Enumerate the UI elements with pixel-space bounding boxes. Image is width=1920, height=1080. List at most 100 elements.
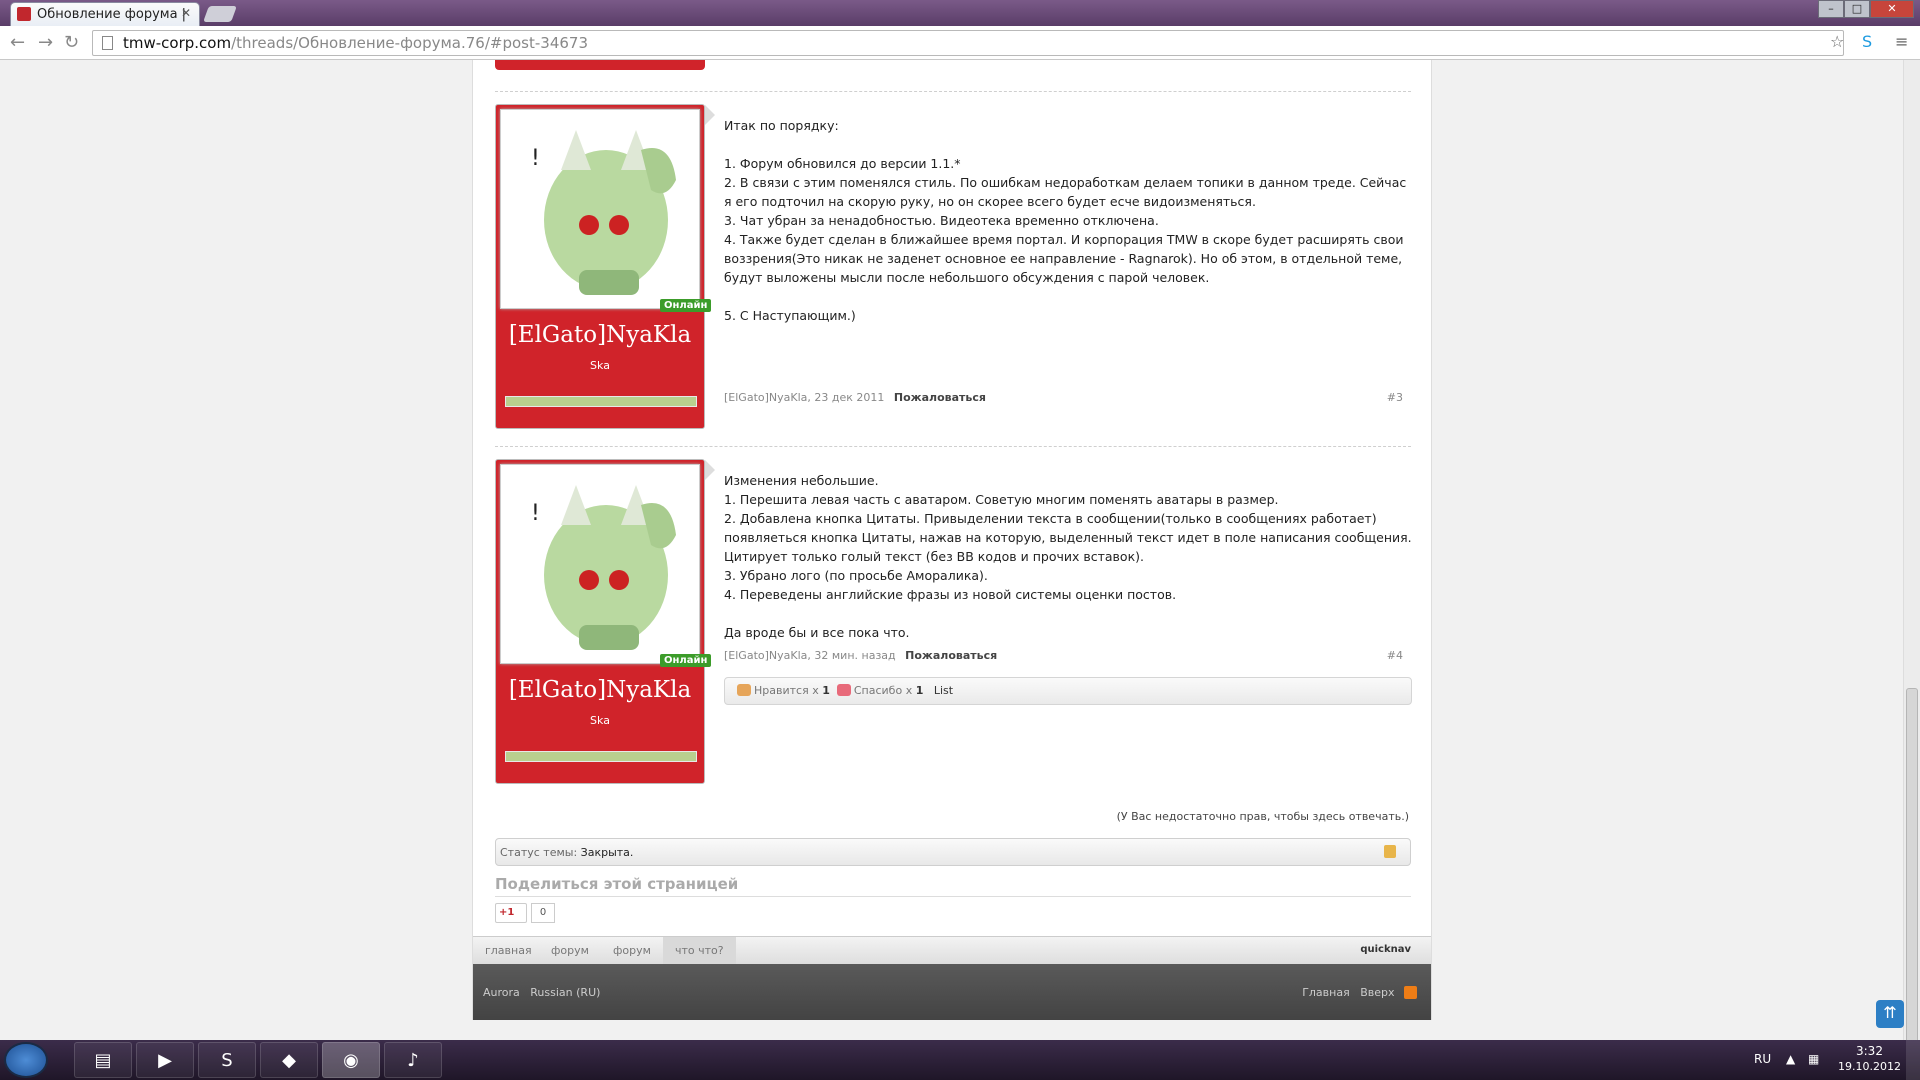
thanks-count: 1 [915,684,924,697]
quicknav-button[interactable]: quicknav [1360,944,1411,955]
reload-icon[interactable]: ↻ [64,32,79,53]
breadcrumb-item[interactable]: форум [551,944,589,957]
thread-status-value: Закрыта. [580,846,634,859]
menu-icon[interactable]: ≡ [1895,32,1908,51]
footer-left: Aurora Russian (RU) [483,986,600,999]
post-author-date[interactable]: [ElGato]NyaKla, 23 дек 2011 [724,391,884,404]
media-player-icon[interactable]: ▶ [136,1042,194,1078]
likes-label[interactable]: Нравится x [754,684,819,697]
post-4: ! Онлайн [ElGato]NyaKla Ska Изменения не… [495,459,1412,789]
svg-text:!: ! [531,501,540,526]
post-meta: [ElGato]NyaKla, 32 мин. назад Пожаловать… [724,649,997,662]
app-taskbar-icon[interactable]: ◆ [260,1042,318,1078]
network-icon[interactable]: ▦ [1808,1052,1819,1066]
user-panel: ! Онлайн [ElGato]NyaKla Ska [495,459,715,784]
browser-toolbar: ← → ↻ tmw-corp.com/threads/Обновление-фо… [0,26,1920,60]
thread-status-label: Статус темы: [500,846,578,859]
footer-links: Главная Вверх [1302,986,1417,999]
user-rating-bar [505,751,697,762]
chrome-taskbar-icon[interactable]: ◉ [322,1042,380,1078]
breadcrumb-current[interactable]: что что? [663,937,736,964]
start-button[interactable] [4,1042,48,1078]
url-path: /threads/Обновление-форума.76/#post-3467… [231,34,588,52]
post-message: Изменения небольшие. 1. Перешита левая ч… [724,473,1412,640]
likes-count: 1 [822,684,830,697]
window-titlebar: Обновление форума | ✕ – □ ✕ [0,0,1920,26]
share-title: Поделиться этой страницей [495,875,739,893]
post-number[interactable]: #4 [1387,649,1403,662]
language-chooser[interactable]: Russian (RU) [530,986,600,999]
svg-text:!: ! [531,146,540,171]
breadcrumb-item[interactable]: форум [613,944,651,957]
browser-tab[interactable]: Обновление форума | ✕ [10,2,200,26]
post-separator [495,91,1411,92]
report-link[interactable]: Пожаловаться [905,649,997,662]
user-panel: ! Онлайн [ElGato]NyaKla Ska [495,104,715,429]
address-bar[interactable]: tmw-corp.com/threads/Обновление-форума.7… [92,30,1844,56]
google-plus-button[interactable]: +1 [495,903,527,923]
avatar[interactable]: ! [500,109,700,309]
new-tab-button[interactable] [203,6,237,22]
forum-page: ! Онлайн [ElGato]NyaKla Ska Итак по поря… [472,60,1432,1020]
avatar[interactable]: ! [500,464,700,664]
forward-arrow-icon[interactable]: → [38,32,53,53]
itunes-taskbar-icon[interactable]: ♪ [384,1042,442,1078]
lock-icon [1384,845,1396,858]
breadcrumb: главная форум форум что что? quicknav [473,936,1431,964]
heart-icon [836,684,851,696]
tab-title: Обновление форума | [37,7,187,22]
avatar-image: ! [501,465,699,663]
online-badge: Онлайн [660,654,712,667]
scroll-to-top-icon[interactable]: ⇈ [1876,1000,1904,1028]
post-separator [495,446,1411,447]
scrollbar-thumb[interactable] [1906,688,1918,1080]
likes-summary: Нравится x 1 Спасибо x 1 List [724,677,1412,705]
tray-expand-icon[interactable]: ▲ [1786,1052,1795,1066]
skype-taskbar-icon[interactable]: S [198,1042,256,1078]
thumbs-up-icon [737,684,751,696]
google-plus-count: 0 [531,903,555,923]
back-arrow-icon[interactable]: ← [10,32,25,53]
thread-status-bar: Статус темы: Закрыта. [495,838,1411,866]
post-message: Итак по порядку: 1. Форум обновился до в… [724,118,1407,323]
panel-arrow [705,460,715,480]
taskbar: ▤ ▶ S ◆ ◉ ♪ RU ▲ ▦ 3:32 19.10.2012 [0,1040,1920,1080]
footer-home-link[interactable]: Главная [1302,986,1350,999]
user-rating-bar [505,396,697,407]
style-chooser[interactable]: Aurora [483,986,520,999]
no-permission-notice: (У Вас недостаточно прав, чтобы здесь от… [1116,810,1409,823]
show-desktop-button[interactable] [1906,1040,1920,1080]
minimize-button[interactable]: – [1818,0,1844,18]
clock-date[interactable]: 19.10.2012 [1838,1060,1901,1073]
site-favicon-icon [17,7,31,21]
clock-time[interactable]: 3:32 [1856,1044,1883,1058]
post-number[interactable]: #3 [1387,391,1403,404]
input-language[interactable]: RU [1754,1052,1771,1066]
url-host: tmw-corp.com [123,34,232,52]
panel-arrow [705,105,715,125]
skype-icon[interactable]: S [1862,32,1872,51]
bookmark-star-icon[interactable]: ☆ [1830,32,1844,51]
window-controls: – □ ✕ [1818,0,1914,18]
maximize-button[interactable]: □ [1844,0,1870,18]
vertical-scrollbar[interactable] [1903,60,1920,1080]
rss-icon[interactable] [1404,986,1417,999]
breadcrumb-item[interactable]: главная [485,944,532,957]
report-link[interactable]: Пожаловаться [894,391,986,404]
avatar-image: ! [501,110,699,308]
post-3: ! Онлайн [ElGato]NyaKla Ska Итак по поря… [495,104,1411,434]
explorer-icon[interactable]: ▤ [74,1042,132,1078]
list-link[interactable]: List [934,684,953,697]
online-badge: Онлайн [660,299,712,312]
post-meta: [ElGato]NyaKla, 23 дек 2011 Пожаловаться [724,391,986,404]
close-tab-icon[interactable]: ✕ [181,6,191,20]
username[interactable]: [ElGato]NyaKla [496,677,704,703]
previous-post-panel-edge [495,60,705,70]
page-footer: Aurora Russian (RU) Главная Вверх [473,964,1431,1020]
footer-top-link[interactable]: Вверх [1360,986,1394,999]
close-window-button[interactable]: ✕ [1870,0,1914,18]
post-author-date[interactable]: [ElGato]NyaKla, 32 мин. назад [724,649,896,662]
username[interactable]: [ElGato]NyaKla [496,322,704,348]
thanks-label[interactable]: Спасибо x [854,684,912,697]
user-title: Ska [590,359,610,372]
